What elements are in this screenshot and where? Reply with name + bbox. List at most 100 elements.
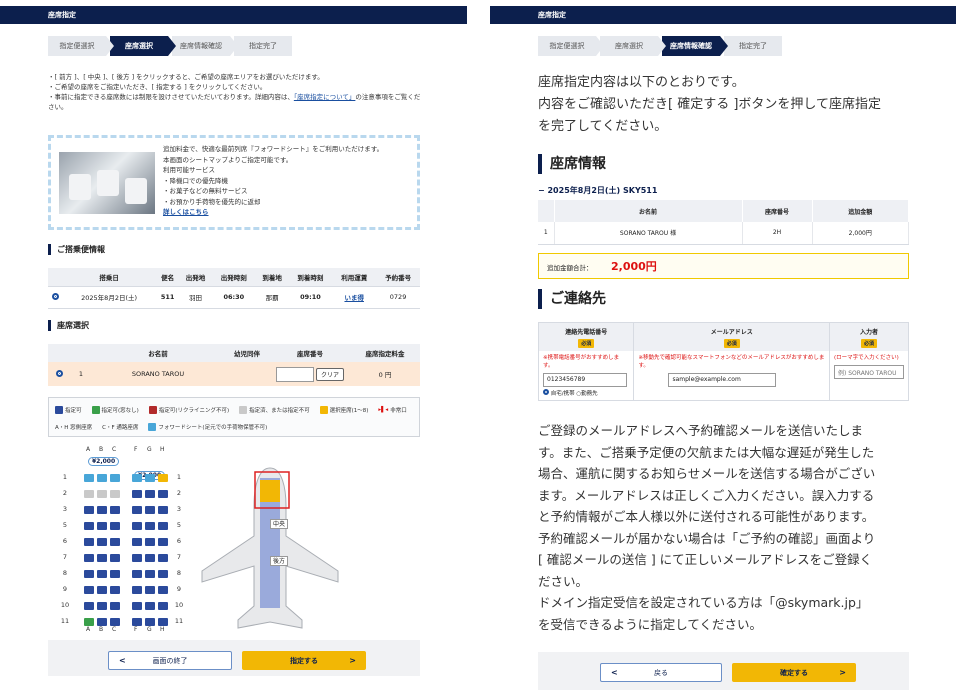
seat[interactable] [132,554,142,562]
exit-icon: ▸▌◂ [378,407,389,413]
seat[interactable] [132,522,142,530]
seat[interactable] [110,570,120,578]
seat[interactable] [110,586,120,594]
seat[interactable] [158,522,168,530]
seat[interactable] [132,586,142,594]
seat[interactable] [110,522,120,530]
promo-details-link[interactable]: 詳しくはこちら [163,207,415,218]
seat[interactable] [84,538,94,546]
seat[interactable] [132,538,142,546]
seat[interactable] [84,602,94,610]
seat[interactable] [84,506,94,514]
seat[interactable] [158,490,168,498]
seat[interactable] [145,554,155,562]
seat[interactable] [110,602,120,610]
seat[interactable] [145,586,155,594]
row-number: 8 [176,569,182,577]
seat[interactable] [97,554,107,562]
step-2: 座席選択 [600,36,666,56]
seat[interactable] [158,474,168,482]
seat[interactable] [110,538,120,546]
forward-price-badge: ¥2,000 [88,457,120,466]
seat[interactable] [145,522,155,530]
seat-number-input[interactable] [275,366,314,382]
column-label: A [86,626,91,633]
seat[interactable] [158,538,168,546]
radio-selected-icon[interactable] [55,369,63,377]
row-number: 10 [60,601,70,609]
radio-selected-icon[interactable] [543,388,549,395]
seat[interactable] [158,586,168,594]
seat[interactable] [145,506,155,514]
seat[interactable] [145,602,155,610]
confirmation-intro: 座席指定内容は以下のとおりです。 内容をご確認いただき[ 確定する ]ボタンを押… [538,72,914,138]
notice-line: ドメイン指定受信を設定されている方は「@skymark.jp」 [538,595,869,610]
seat[interactable] [110,618,120,626]
seat[interactable] [97,570,107,578]
passenger-radio[interactable] [48,362,70,386]
seat[interactable] [84,618,94,626]
step-2: 座席選択 [110,36,176,56]
seat[interactable] [132,506,142,514]
column-label: B [99,626,104,633]
seat[interactable] [97,538,107,546]
phone-input[interactable]: 0123456789 [543,372,627,387]
seat[interactable] [97,586,107,594]
seat[interactable] [132,490,142,498]
seat[interactable] [158,554,168,562]
step-indicator: 指定便選択 座席選択 座席情報確認 指定完了 [538,36,786,56]
flight-radio[interactable] [48,286,62,309]
seat[interactable] [84,522,94,530]
seat[interactable] [145,570,155,578]
seat[interactable] [145,474,155,482]
seat-rules-link[interactable]: 「座席指定について」 [294,93,356,101]
row-number: 1 [176,473,182,481]
seat[interactable] [97,474,107,482]
seat[interactable] [132,570,142,578]
seat[interactable] [84,570,94,578]
cabin-rear-button[interactable]: 後方 [270,556,288,566]
column-label: B [99,446,104,453]
seat[interactable] [97,602,107,610]
seat[interactable] [132,618,142,626]
radio-selected-icon[interactable] [51,292,59,300]
seat[interactable] [158,570,168,578]
seat[interactable] [110,474,120,482]
seat[interactable] [97,490,107,498]
seat[interactable] [145,538,155,546]
fare-link[interactable]: いま得 [332,286,377,309]
assign-seat-button[interactable]: 指定する > [242,651,366,670]
clear-button[interactable]: クリア [315,367,344,381]
confirm-button[interactable]: 確定する > [732,663,856,682]
email-input[interactable]: sample@example.com [668,372,777,387]
seat[interactable] [97,522,107,530]
seat[interactable] [158,506,168,514]
seat[interactable] [110,490,120,498]
seat[interactable] [97,618,107,626]
row-number: 2 [176,489,182,497]
chevron-left-icon: < [611,668,618,677]
seat[interactable] [97,506,107,514]
seat[interactable] [84,490,94,498]
promo-line: ・お預かり手荷物を優先的に返却 [163,197,261,206]
seat[interactable] [110,506,120,514]
back-button[interactable]: < 戻る [600,663,722,682]
seat-fee: 0 円 [350,362,420,386]
seat[interactable] [110,554,120,562]
photo-seat [69,174,91,200]
seat[interactable] [145,618,155,626]
seat[interactable] [158,602,168,610]
notice-line: す。また、ご搭乗予定便の欠航または大幅な遅延が発生した [538,444,875,460]
seat[interactable] [158,618,168,626]
seat[interactable] [84,554,94,562]
seat[interactable] [145,490,155,498]
infant-cell [224,362,270,386]
cabin-middle-button[interactable]: 中央 [270,519,288,529]
name-input[interactable]: 例) SORANO TAROU [834,364,904,379]
seat[interactable] [84,474,94,482]
seat[interactable] [84,586,94,594]
legend-label: C・F 通路座席 [102,425,139,431]
seat[interactable] [132,474,142,482]
end-screen-button[interactable]: < 画面の終了 [108,651,232,670]
seat[interactable] [132,602,142,610]
